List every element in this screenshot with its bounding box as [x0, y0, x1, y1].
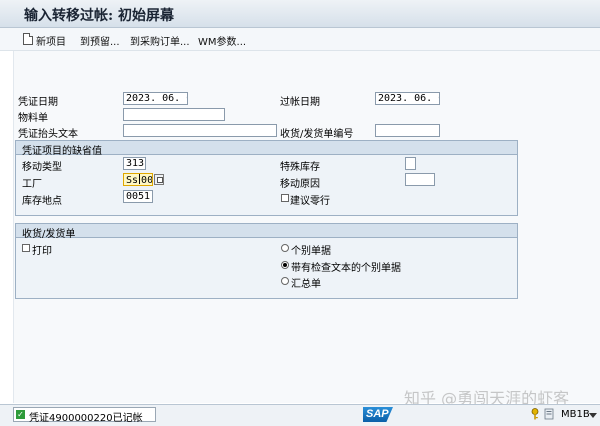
- header-text-label: 凭证抬头文本: [18, 129, 78, 140]
- key-icon[interactable]: [530, 408, 540, 420]
- status-message-box[interactable]: ✓ 凭证4900000220已记帐: [13, 407, 156, 424]
- plant-value-start: Ss: [126, 175, 139, 186]
- individual-slip-label: 个别单据: [291, 246, 331, 257]
- doc-date-field[interactable]: 2023. 06. 05: [123, 92, 188, 105]
- storage-location-field[interactable]: 0051: [123, 190, 153, 203]
- doc-date-label: 凭证日期: [18, 97, 58, 108]
- radio-individual-slip[interactable]: [281, 244, 289, 252]
- new-item-button[interactable]: 新项目: [36, 33, 66, 48]
- gr-gi-slip-group: 收货/发货单: [15, 223, 518, 299]
- screen-title: 输入转移过帐: 初始屏幕: [24, 8, 175, 24]
- session-info-icon[interactable]: [544, 408, 554, 420]
- radio-individual-slip-with-inspection-text[interactable]: [281, 261, 289, 269]
- chevron-down-icon[interactable]: [588, 411, 598, 419]
- gr-gi-slip-header: 收货/发货单: [16, 224, 517, 240]
- new-document-icon[interactable]: [23, 33, 33, 45]
- storage-location-label: 库存地点: [22, 196, 62, 207]
- item-defaults-group: 凭证项目的缺省值: [15, 140, 518, 216]
- status-bar: ✓ 凭证4900000220已记帐 SAP MB1B: [0, 404, 600, 426]
- material-slip-label: 物料单: [18, 113, 48, 124]
- title-bar: 输入转移过帐: 初始屏幕: [0, 0, 600, 28]
- material-slip-field[interactable]: [123, 108, 225, 121]
- collective-slip-label: 汇总单: [291, 279, 321, 290]
- movement-type-field[interactable]: 313: [123, 157, 146, 170]
- plant-field[interactable]: Ss 00: [123, 173, 153, 186]
- status-message: 凭证4900000220已记帐: [29, 413, 143, 424]
- gr-gi-slip-field[interactable]: [375, 124, 440, 137]
- gr-gi-slip-title: 收货/发货单: [22, 229, 76, 240]
- application-toolbar: 新项目 到预留... 到采购订单... WM参数...: [0, 28, 600, 51]
- to-purchase-order-button[interactable]: 到采购订单...: [130, 33, 190, 48]
- posting-date-label: 过帐日期: [280, 97, 320, 108]
- transaction-code: MB1B: [561, 409, 590, 420]
- individual-slip-with-inspection-text-label: 带有检查文本的个别单据: [291, 263, 401, 274]
- to-reservation-button[interactable]: 到预留...: [80, 33, 120, 48]
- special-stock-label: 特殊库存: [280, 162, 320, 173]
- gr-gi-slip-label: 收货/发货单编号: [280, 129, 354, 140]
- movement-reason-label: 移动原因: [280, 179, 320, 190]
- movement-type-label: 移动类型: [22, 162, 62, 173]
- plant-label: 工厂: [22, 179, 42, 190]
- posting-date-field[interactable]: 2023. 06. 05: [375, 92, 440, 105]
- print-checkbox[interactable]: [22, 244, 30, 252]
- special-stock-field[interactable]: [405, 157, 416, 170]
- suggest-zero-lines-checkbox[interactable]: [281, 194, 289, 202]
- item-defaults-title: 凭证项目的缺省值: [22, 146, 102, 157]
- success-check-icon: ✓: [16, 410, 25, 419]
- print-label: 打印: [32, 246, 52, 257]
- text-cursor: [139, 174, 141, 184]
- plant-value-end: 00: [141, 175, 153, 186]
- header-text-field[interactable]: [123, 124, 277, 137]
- item-defaults-header: 凭证项目的缺省值: [16, 141, 517, 157]
- wm-params-button[interactable]: WM参数...: [198, 33, 246, 48]
- value-help-icon[interactable]: [154, 174, 164, 185]
- sap-logo: SAP: [363, 407, 393, 422]
- movement-reason-field[interactable]: [405, 173, 435, 186]
- suggest-zero-lines-label: 建议零行: [290, 196, 330, 207]
- radio-collective-slip[interactable]: [281, 277, 289, 285]
